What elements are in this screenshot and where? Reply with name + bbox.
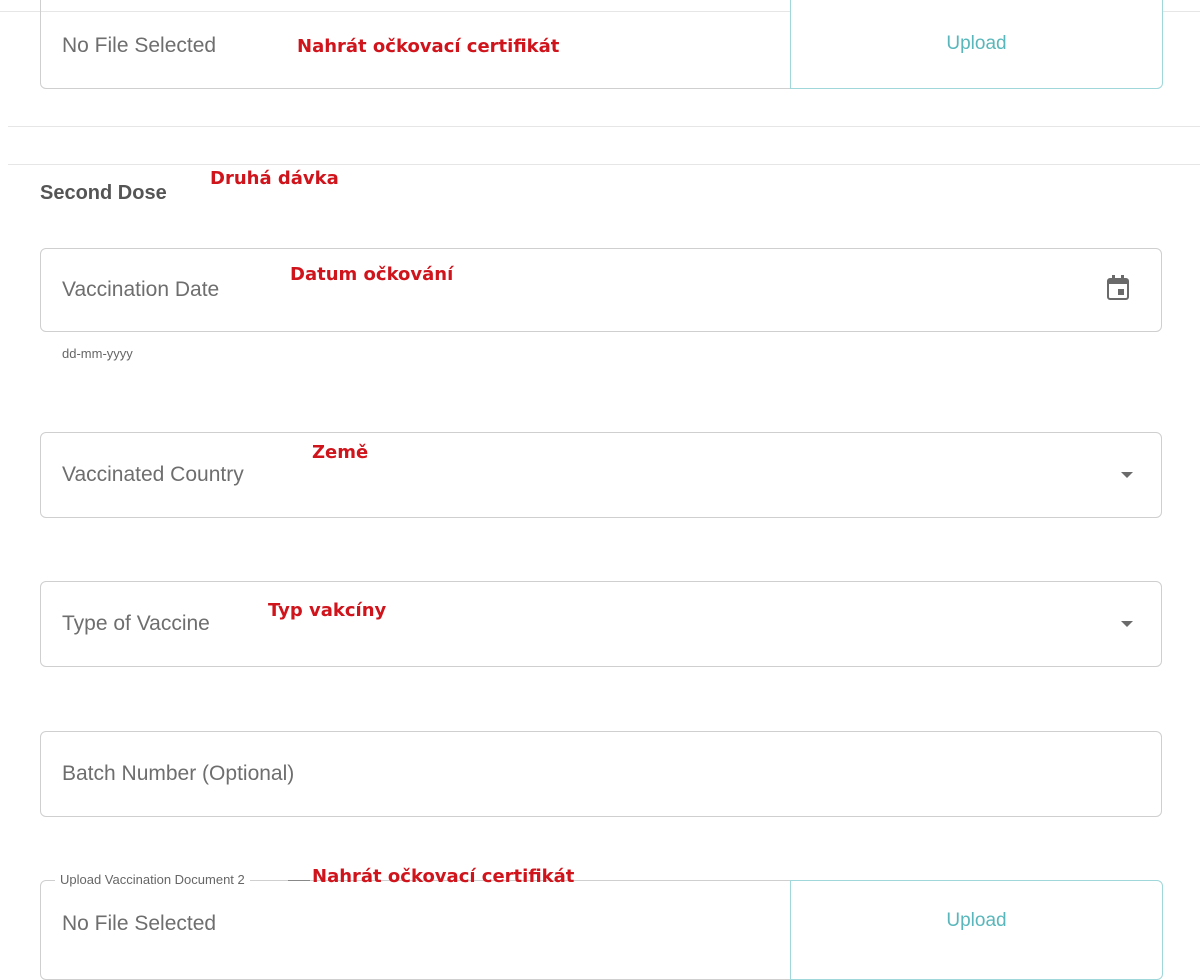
dropdown-caret-icon <box>1121 472 1133 478</box>
batch-number-placeholder: Batch Number (Optional) <box>62 762 295 785</box>
second-dose-heading: Second Dose <box>40 182 167 204</box>
upload-document-1: No File Selected Upload <box>40 0 1163 89</box>
date-format-hint: dd-mm-yyyy <box>62 346 133 361</box>
vaccinated-country-annotation: Země <box>312 442 369 463</box>
vaccination-date-placeholder: Vaccination Date <box>62 278 220 301</box>
vaccinated-country-select[interactable]: Vaccinated Country <box>40 432 1162 518</box>
vaccine-type-placeholder: Type of Vaccine <box>62 612 210 635</box>
upload-button[interactable]: Upload <box>790 0 1163 89</box>
upload-button-label: Upload <box>946 33 1007 54</box>
upload-annotation: Nahrát očkovací certifikát <box>297 36 560 57</box>
upload-button[interactable]: Upload <box>790 880 1163 980</box>
batch-number-input[interactable]: Batch Number (Optional) <box>40 731 1162 817</box>
section-divider <box>8 164 1200 165</box>
calendar-icon[interactable] <box>1107 275 1129 301</box>
upload-document-2-annotation: Nahrát očkovací certifikát <box>312 866 575 887</box>
dropdown-caret-icon <box>1121 621 1133 627</box>
upload-document-2: No File Selected Upload <box>40 880 1163 980</box>
file-status-text: No File Selected <box>62 912 217 935</box>
vaccinated-country-placeholder: Vaccinated Country <box>62 463 244 486</box>
second-dose-annotation: Druhá dávka <box>210 168 339 189</box>
vaccination-date-field[interactable]: Vaccination Date <box>40 248 1162 332</box>
vaccination-date-annotation: Datum očkování <box>290 264 454 285</box>
legend-dash <box>288 880 310 881</box>
vaccine-type-select[interactable]: Type of Vaccine <box>40 581 1162 667</box>
upload-document-legend: Upload Vaccination Document 2 <box>55 872 250 887</box>
section-divider <box>8 126 1200 127</box>
vaccine-type-annotation: Typ vakcíny <box>268 600 387 621</box>
file-status-text: No File Selected <box>62 34 217 57</box>
upload-button-label: Upload <box>946 910 1007 931</box>
